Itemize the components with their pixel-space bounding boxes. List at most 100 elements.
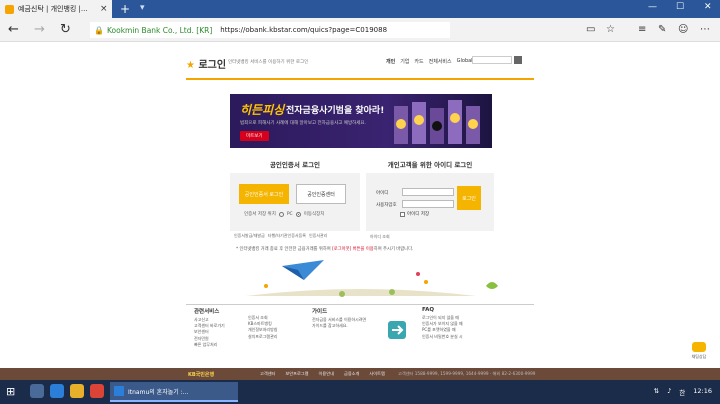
id-label: 아이디 [376,191,389,196]
related-link[interactable]: 설치프로그램관리 [248,334,277,340]
ie-taskbar-icon[interactable] [50,384,64,398]
nav-all-services[interactable]: 전체서비스 [429,58,452,65]
search-icon[interactable] [514,56,522,64]
close-window-icon[interactable]: ✕ [704,2,712,12]
footer-kb-logo[interactable]: KB국민은행 [188,371,214,378]
minimize-icon[interactable]: — [648,2,657,12]
more-icon[interactable]: ⋯ [700,24,710,35]
cert-storage-options: 인증서 저장 위치 PC 이동식장치 [244,211,324,217]
remember-id: 아이디 저장 [400,211,429,217]
edge-icon [114,386,124,396]
explorer-taskbar-icon[interactable] [70,384,84,398]
lock-icon: 🔒 [94,25,104,35]
banner-more-button[interactable]: 미트보기 [240,131,269,141]
footer-link[interactable]: 금융소개 [344,371,359,377]
tab-close-icon[interactable]: × [100,4,108,14]
related-link[interactable]: 빠른 업무처리 [194,342,225,348]
cert-link-issue[interactable]: 인증서발급/재발급 [234,233,265,239]
id-login-box: 개인고객을 위한 아이디 로그인 아이디 사용자암호 로그인 아이디 저장 아이… [366,159,494,243]
site-logo[interactable]: ★ 로그인 [186,56,226,71]
footer-link[interactable]: 이용안내 [319,371,334,377]
id-login-button[interactable]: 로그인 [457,186,481,210]
related-link[interactable]: 개인정보처리방침 [248,327,277,333]
faq-item[interactable]: 인증서 비밀번호 분실 시 [422,334,463,340]
banner-illustration [394,100,480,144]
password-input[interactable] [402,200,454,208]
clock[interactable]: 12:16 [693,387,712,397]
guide-title: 가이드 [312,309,328,315]
radio-pc[interactable] [278,211,284,217]
favorite-star-icon[interactable]: ☆ [606,24,615,35]
pw-label: 사용자암호 [376,203,397,208]
banner-logo: 히든피싱 [240,103,285,117]
cert-links: 인증서발급/재발급 타행/타기관인증서등록 인증서관리 [230,233,360,239]
faq-section: FAQ 로그인이 되지 않을 때 인증서가 보이지 않을 때 PC를 포맷하였을… [422,307,463,340]
chat-help-label: 채팅상담 [691,354,707,359]
cert-login-button[interactable]: 공인인증서 로그인 [239,184,289,204]
decorative-illustration [246,260,498,297]
footer-link[interactable]: 고객센터 [260,371,275,377]
id-login-title: 개인고객을 위한 아이디 로그인 [387,161,473,169]
guide-desc: 전자금융 서비스를 이용하시려면 가이드를 참고하세요. [312,317,367,329]
browser-tab[interactable]: 예금신탁 | 개인뱅킹 |... × [0,0,112,18]
cert-link-manage[interactable]: 인증서관리 [309,233,327,239]
related-services: 관련서비스 사고신고 고객센터 바로가기 보안센터 전자민원 빠른 업무처리 [194,307,225,348]
taskbar-active-task[interactable]: Itnamu의 혼자놀기 :... [110,382,238,402]
faq-title: FAQ [422,307,435,313]
refresh-icon[interactable]: ↻ [60,22,71,37]
logout-notice: * 인터넷뱅킹 거래 종료 후 안전한 금융거래를 위하여 [로그아웃] 버튼을… [236,246,413,252]
nav-corporate[interactable]: 기업 [400,58,409,65]
cert-link-register[interactable]: 타행/타기관인증서등록 [268,233,306,239]
system-tray: ⇅ ♪ 한 12:16 [654,387,712,397]
forward-icon[interactable]: → [34,22,45,37]
footer-link[interactable]: 보안프로그램 [285,371,308,377]
back-icon[interactable]: ← [8,22,19,37]
kb-favicon-icon [5,4,14,14]
network-icon[interactable]: ⇅ [654,387,659,397]
search-taskbar-icon[interactable] [30,384,44,398]
chrome-taskbar-icon[interactable] [90,384,104,398]
footer-link[interactable]: 사이트맵 [369,371,384,377]
id-input[interactable] [402,188,454,196]
site-subtitle: 인터넷뱅킹 서비스를 이용하기 위한 로그인 [228,60,309,65]
logo-text: 로그인 [198,60,227,71]
banner-headline: 전자금융사기범을 찾아라! [286,106,385,116]
footer-links-area: 관련서비스 사고신고 고객센터 바로가기 보안센터 전자민원 빠른 업무처리 인… [186,304,534,364]
address-bar[interactable]: 🔒 Kookmin Bank Co., Ltd. [KR] https://ob… [90,22,450,38]
footer-nav: 고객센터 보안프로그램 이용안내 금융소개 사이트맵 [260,371,385,377]
cert-center-button[interactable]: 공인인증센터 [296,184,346,204]
tab-preview-icon[interactable]: ▾ [140,3,145,13]
radio-removable[interactable] [295,211,301,217]
taskbar-task-label: Itnamu의 혼자놀기 :... [128,388,189,396]
hub-icon[interactable]: ≡ [638,24,646,35]
guide-icon[interactable] [386,319,408,341]
windows-start-icon[interactable]: ⊞ [6,385,15,398]
web-page: ★ 로그인 인터넷뱅킹 서비스를 이용하기 위한 로그인 개인 기업 카드 전체… [0,42,720,380]
footer-phones: 고객센터 1588-9999, 1599-9999, 1644-9999 · 해… [398,371,536,376]
reading-view-icon[interactable]: ▭ [586,24,595,35]
chat-help-button[interactable]: 채팅상담 [688,342,710,366]
cert-login-panel: 공인인증서 로그인 공인인증센터 인증서 저장 위치 PC 이동식장치 [230,173,360,231]
ime-indicator[interactable]: 한 [679,387,685,397]
maximize-icon[interactable]: ☐ [676,2,684,12]
volume-icon[interactable]: ♪ [667,387,671,397]
chat-bubble-icon [692,342,706,352]
nav-global[interactable]: Global [457,58,473,65]
guide-section: 가이드 전자금융 서비스를 이용하시려면 가이드를 참고하세요. [312,307,382,329]
nav-card[interactable]: 카드 [414,58,423,65]
nav-personal[interactable]: 개인 [386,58,395,65]
related-services-title: 관련서비스 [194,309,220,315]
notice-suffix: 하여 주시기 바랍니다. [373,247,414,252]
cert-org: Kookmin Bank Co., Ltd. [KR] [106,25,213,35]
remember-checkbox[interactable] [400,211,405,217]
notice-prefix: * 인터넷뱅킹 거래 종료 후 안전한 금융거래를 위하여 [236,247,333,252]
new-tab-icon[interactable]: + [120,2,130,16]
web-note-icon[interactable]: ✎ [658,24,666,35]
banner-desc: 범죄으로 피해사기 사례에 대해 알아보고 전자금융사고 예방하세요. [240,121,366,126]
promo-banner[interactable]: 히든피싱 전자금융사기범을 찾아라! 범죄으로 피해사기 사례에 대해 알아보고… [230,94,492,148]
site-search-input[interactable] [472,56,512,64]
radio-removable-label: 이동식장치 [303,212,325,217]
id-lookup-link[interactable]: 아이디 조회 [370,234,390,240]
notice-highlight: [로그아웃] 버튼을 이용 [332,247,374,252]
feedback-icon[interactable]: ☺ [678,24,688,35]
